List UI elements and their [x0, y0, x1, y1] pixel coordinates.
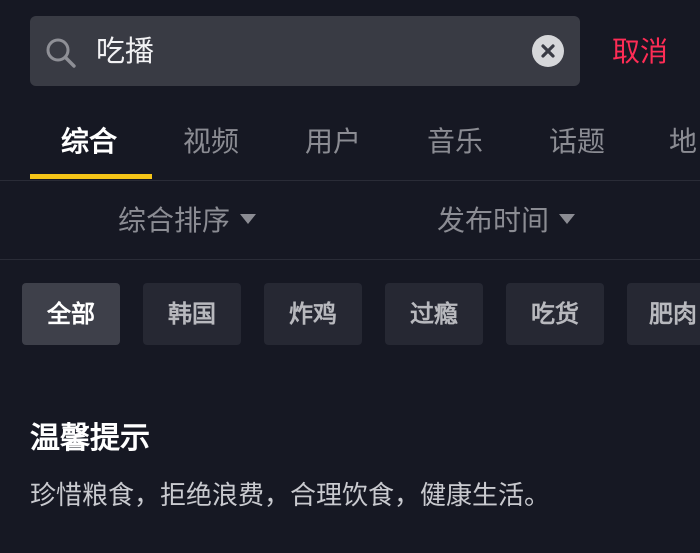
result-type-tabs: 综合 视频 用户 音乐 话题 地 [0, 110, 700, 180]
tab-music[interactable]: 音乐 [427, 120, 483, 164]
filter-row: 综合排序 发布时间 [0, 181, 700, 259]
search-icon [44, 36, 78, 70]
search-input[interactable]: 吃播 [30, 16, 580, 86]
search-query-text: 吃播 [96, 34, 155, 68]
publish-time-dropdown[interactable]: 发布时间 [437, 201, 576, 241]
chip-fatty-meat[interactable]: 肥肉 [627, 283, 700, 345]
chip-all[interactable]: 全部 [22, 283, 120, 345]
cancel-button[interactable]: 取消 [612, 32, 668, 72]
filter-divider [0, 259, 700, 260]
caret-down-icon [559, 214, 576, 224]
search-results-page: 吃播 取消 综合 视频 用户 音乐 话题 地 综合排序 发布时间 全部 韩国 炸… [0, 0, 700, 553]
tab-videos[interactable]: 视频 [183, 120, 239, 164]
keyword-chips: 全部 韩国 炸鸡 过瘾 吃货 肥肉 [0, 283, 700, 347]
tab-places[interactable]: 地 [669, 120, 697, 164]
notice-text: 珍惜粮食，拒绝浪费，合理饮食，健康生活。 [30, 481, 551, 511]
chip-fried-chicken[interactable]: 炸鸡 [264, 283, 362, 345]
publish-time-label: 发布时间 [437, 204, 550, 237]
chip-satisfying[interactable]: 过瘾 [385, 283, 483, 345]
sort-dropdown-label: 综合排序 [118, 204, 231, 237]
tab-users[interactable]: 用户 [305, 120, 361, 164]
chip-korea[interactable]: 韩国 [143, 283, 241, 345]
search-header: 吃播 取消 [0, 0, 700, 110]
active-tab-indicator [30, 174, 152, 179]
chip-foodie[interactable]: 吃货 [506, 283, 604, 345]
caret-down-icon [240, 214, 257, 224]
clear-icon[interactable] [532, 35, 564, 67]
tab-topics[interactable]: 话题 [549, 120, 605, 164]
sort-dropdown[interactable]: 综合排序 [118, 201, 257, 241]
tab-comprehensive[interactable]: 综合 [61, 120, 117, 164]
notice-title: 温馨提示 [30, 421, 150, 456]
